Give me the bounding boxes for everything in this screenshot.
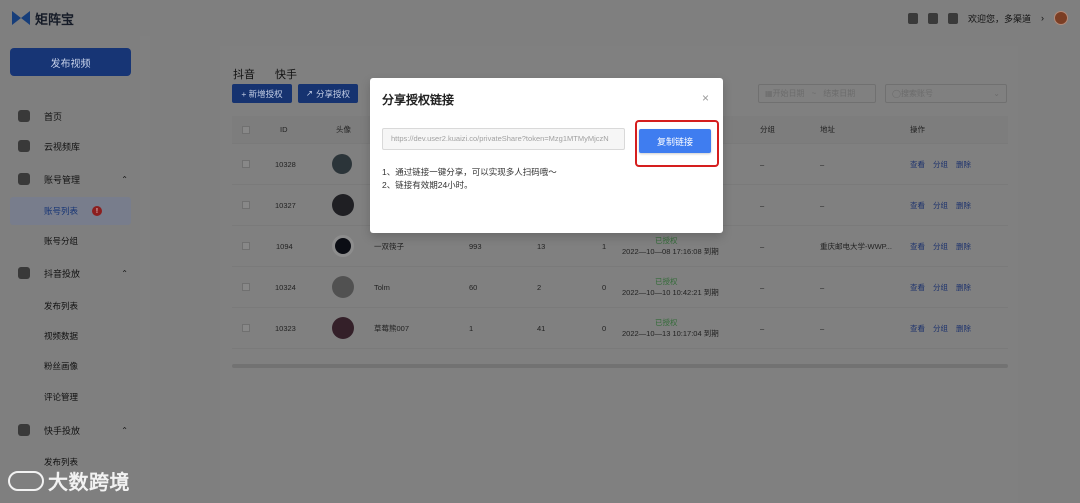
add-authorization-button[interactable]: + 新增授权 xyxy=(232,84,292,103)
share-link-field[interactable]: https://dev.user2.kuaizi.co/privateShare… xyxy=(382,128,625,150)
share-note-2: 2、链接有效期24小时。 xyxy=(382,180,473,190)
welcome-arrow-icon[interactable]: › xyxy=(1041,13,1044,23)
view-button[interactable]: 查看 xyxy=(910,323,925,334)
group-button[interactable]: 分组 xyxy=(933,241,948,252)
notification-badge: ! xyxy=(92,206,103,216)
copy-link-button[interactable]: 复制链接 xyxy=(639,129,711,153)
chevron-up-icon[interactable]: ⌃ xyxy=(121,175,128,184)
date-range-picker[interactable]: ▦ 开始日期 ~ 结束日期 xyxy=(758,84,876,103)
sidebar-item-douyin-ads[interactable]: 抖音投放 ⌃ xyxy=(0,259,140,287)
avatar xyxy=(332,235,354,257)
view-button[interactable]: 查看 xyxy=(910,200,925,211)
share-authorization-modal: 分享授权链接 × https://dev.user2.kuaizi.co/pri… xyxy=(370,78,723,233)
row-checkbox[interactable] xyxy=(242,201,250,209)
sidebar-item-account-group[interactable]: 账号分组 xyxy=(10,227,131,255)
search-icon: ◯ xyxy=(892,89,901,98)
share-authorization-button[interactable]: ↗ 分享授权 xyxy=(298,84,358,103)
row-actions: 查看 分组 删除 xyxy=(910,159,980,170)
sidebar-item-publish-list[interactable]: 发布列表 xyxy=(10,292,131,320)
row-actions: 查看 分组 删除 xyxy=(910,323,980,334)
column-header-avatar: 头像 xyxy=(336,125,351,134)
view-button[interactable]: 查看 xyxy=(910,241,925,252)
account-search-select[interactable]: ◯ 搜索账号 ⌄ xyxy=(885,84,1007,103)
row-actions: 查看 分组 删除 xyxy=(910,282,980,293)
sidebar-item-comment-management[interactable]: 评论管理 xyxy=(10,383,131,411)
table-row[interactable]: 10323 草莓熊007 1 41 0 已授权 2022—10—13 10:17:… xyxy=(232,308,1008,349)
share-note-1: 1、通过链接一键分享，可以实现多人扫码哦～ xyxy=(382,167,557,177)
select-all-checkbox[interactable] xyxy=(242,125,250,134)
delete-button[interactable]: 删除 xyxy=(956,282,971,293)
welcome-text[interactable]: 欢迎您，多渠道 xyxy=(968,12,1031,25)
top-bar: 矩阵宝 欢迎您，多渠道 › xyxy=(0,0,1080,36)
status-badge: 已授权 xyxy=(655,236,678,245)
status-badge: 已授权 xyxy=(655,318,678,327)
sidebar-item-cloud-video[interactable]: 云视频库 xyxy=(0,132,140,160)
sidebar: 发布视频 首页 云视频库 账号管理 ⌃ 账号列表 ! 账号分组 抖音投放 ⌃ 发… xyxy=(0,36,140,503)
calendar-icon: ▦ xyxy=(765,89,773,98)
user-avatar[interactable] xyxy=(1054,11,1068,25)
column-header-actions: 操作 xyxy=(910,125,925,134)
delete-button[interactable]: 删除 xyxy=(956,241,971,252)
group-button[interactable]: 分组 xyxy=(933,282,948,293)
document-icon[interactable] xyxy=(947,12,958,24)
row-checkbox[interactable] xyxy=(242,324,250,332)
row-checkbox[interactable] xyxy=(242,242,250,250)
chevron-up-icon[interactable]: ⌃ xyxy=(121,426,128,435)
app-logo-icon xyxy=(12,11,30,25)
row-checkbox[interactable] xyxy=(242,283,250,291)
watermark: 大数跨境 xyxy=(8,466,130,495)
sidebar-item-home[interactable]: 首页 xyxy=(0,102,140,130)
view-button[interactable]: 查看 xyxy=(910,282,925,293)
chevron-down-icon: ⌄ xyxy=(993,89,1000,98)
horizontal-scrollbar[interactable] xyxy=(232,364,1008,368)
publish-video-button[interactable]: 发布视频 xyxy=(10,48,131,76)
user-icon xyxy=(18,173,30,185)
sidebar-item-fan-profile[interactable]: 粉丝画像 xyxy=(10,352,131,380)
avatar xyxy=(332,317,354,339)
delete-button[interactable]: 删除 xyxy=(956,159,971,170)
avatar xyxy=(332,154,352,174)
row-checkbox[interactable] xyxy=(242,160,250,168)
column-header-address: 地址 xyxy=(820,125,835,134)
column-header-id: ID xyxy=(280,125,288,134)
row-actions: 查看 分组 删除 xyxy=(910,200,980,211)
message-icon[interactable] xyxy=(907,12,918,24)
avatar xyxy=(332,194,354,216)
sidebar-item-video-data[interactable]: 视频数据 xyxy=(10,322,131,350)
top-right-actions: 欢迎您，多渠道 › xyxy=(907,11,1068,25)
close-icon[interactable]: × xyxy=(702,91,709,105)
sidebar-item-account-list[interactable]: 账号列表 ! xyxy=(10,197,131,225)
app-logo[interactable]: 矩阵宝 xyxy=(12,9,74,28)
group-button[interactable]: 分组 xyxy=(933,323,948,334)
row-actions: 查看 分组 删除 xyxy=(910,241,980,252)
view-button[interactable]: 查看 xyxy=(910,159,925,170)
delete-button[interactable]: 删除 xyxy=(956,323,971,334)
sidebar-item-account-management[interactable]: 账号管理 ⌃ xyxy=(0,165,140,193)
share-icon: ↗ xyxy=(305,88,314,98)
group-button[interactable]: 分组 xyxy=(933,159,948,170)
phone-icon[interactable] xyxy=(927,12,938,24)
watermark-logo-icon xyxy=(8,470,44,491)
column-header-group: 分组 xyxy=(760,125,775,134)
cloud-video-icon xyxy=(18,140,30,152)
status-badge: 已授权 xyxy=(655,277,678,286)
app-name: 矩阵宝 xyxy=(35,11,75,27)
group-button[interactable]: 分组 xyxy=(933,200,948,211)
delete-button[interactable]: 删除 xyxy=(956,200,971,211)
avatar xyxy=(332,276,354,298)
douyin-icon xyxy=(18,267,30,279)
sidebar-item-kuaishou-ads[interactable]: 快手投放 ⌃ xyxy=(0,416,140,444)
chevron-up-icon[interactable]: ⌃ xyxy=(121,269,128,278)
home-icon xyxy=(18,110,30,122)
table-row[interactable]: 10324 Tolm 60 2 0 已授权 2022—10—10 10:42:21… xyxy=(232,267,1008,308)
kuaishou-icon xyxy=(18,424,30,436)
modal-title: 分享授权链接 xyxy=(382,93,455,107)
